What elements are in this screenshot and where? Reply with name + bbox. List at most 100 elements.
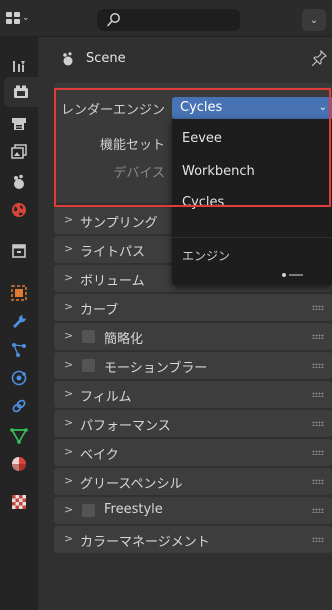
constraints-icon — [12, 399, 26, 413]
chevron-right-icon: > — [64, 387, 74, 400]
panel-section[interactable]: > 簡略化 — [54, 323, 332, 350]
tab-material[interactable] — [4, 449, 34, 479]
object-square-icon — [11, 285, 27, 301]
search-box[interactable] — [97, 9, 240, 31]
material-sphere-icon — [12, 457, 26, 471]
collection-box-icon — [12, 244, 26, 258]
section-label: ベイク — [80, 448, 119, 463]
chevron-right-icon: > — [64, 532, 74, 545]
section-enable-checkbox[interactable] — [82, 504, 95, 517]
section-label: カーブ — [80, 303, 119, 318]
device-label: デバイス — [113, 166, 165, 181]
tab-world[interactable] — [4, 195, 34, 225]
chevron-right-icon: > — [64, 329, 74, 342]
drag-grip-icon[interactable] — [312, 537, 324, 542]
panel-section[interactable]: > Freestyle — [54, 497, 332, 524]
properties-panel: Scene レンダーエンジン Cycles ⌄ 機能セット デバイス > サンプリ… — [38, 37, 332, 610]
section-label: モーションブラー — [104, 361, 208, 376]
section-label: フィルム — [80, 390, 132, 405]
tab-physics[interactable] — [4, 363, 34, 393]
chevron-down-icon: ⌄ — [309, 14, 319, 26]
drag-grip-icon[interactable] — [312, 421, 324, 426]
tab-object[interactable] — [4, 278, 34, 308]
drag-grip-icon[interactable] — [312, 450, 324, 455]
tab-particles[interactable] — [4, 335, 34, 365]
chevron-down-icon: ⌄ — [22, 13, 30, 23]
feature-set-label: 機能セット — [99, 138, 165, 153]
search-input[interactable] — [125, 11, 237, 31]
drag-grip-icon[interactable] — [312, 334, 324, 339]
wrench-icon — [13, 314, 27, 328]
panel-section[interactable]: > カーブ — [54, 294, 332, 321]
tool-icon — [13, 61, 25, 72]
dropdown-drag-handle[interactable] — [282, 273, 303, 277]
editor-type-menu[interactable]: ⌄ — [6, 8, 32, 28]
section-label: グリースペンシル — [80, 477, 183, 492]
chevron-right-icon: > — [64, 503, 74, 516]
chevron-down-icon: ⌄ — [318, 102, 327, 113]
drag-grip-icon[interactable] — [312, 508, 324, 513]
drag-grip-icon[interactable] — [312, 392, 324, 397]
dropdown-item-cycles[interactable]: Cycles — [182, 195, 224, 210]
chevron-right-icon: > — [64, 213, 74, 226]
mesh-data-icon — [10, 428, 28, 444]
section-enable-checkbox[interactable] — [82, 330, 95, 343]
drag-grip-icon[interactable] — [312, 305, 324, 310]
tab-modifiers[interactable] — [4, 307, 34, 337]
panel-section[interactable]: > パフォーマンス — [54, 410, 332, 437]
render-engine-dropdown-menu: Eevee Workbench Cycles エンジン — [172, 119, 332, 285]
scene-name: Scene — [86, 51, 126, 66]
view-layer-icon — [11, 144, 27, 159]
search-icon — [107, 13, 120, 27]
chevron-right-icon: > — [64, 300, 74, 313]
chevron-right-icon: > — [64, 474, 74, 487]
chevron-right-icon: > — [64, 271, 74, 284]
chevron-right-icon: > — [64, 445, 74, 458]
tab-data[interactable] — [4, 420, 34, 450]
render-engine-select[interactable]: Cycles ⌄ — [172, 97, 332, 119]
section-enable-checkbox[interactable] — [82, 359, 95, 372]
physics-icon — [11, 370, 27, 386]
particles-icon — [12, 343, 26, 357]
texture-checker-icon — [12, 495, 26, 509]
tab-render[interactable] — [4, 77, 38, 107]
drag-grip-icon[interactable] — [312, 363, 324, 368]
render-engine-value: Cycles — [180, 100, 223, 115]
tab-view-layer[interactable] — [4, 137, 34, 167]
panel-section[interactable]: > フィルム — [54, 381, 332, 408]
section-label: ボリューム — [80, 274, 145, 289]
panel-section[interactable]: > ベイク — [54, 439, 332, 466]
dropdown-footer-label: エンジン — [182, 249, 231, 263]
section-label: Freestyle — [104, 502, 163, 517]
context-breadcrumb: Scene — [38, 37, 332, 81]
tab-texture[interactable] — [4, 487, 34, 517]
header-bar: ⌄ ⌄ — [0, 0, 332, 37]
panel-section[interactable]: > モーションブラー — [54, 352, 332, 379]
section-label: 簡略化 — [104, 332, 144, 347]
filter-dropdown-button[interactable]: ⌄ — [302, 9, 326, 31]
section-label: パフォーマンス — [80, 419, 171, 434]
section-label: ライトパス — [80, 245, 146, 260]
dropdown-item-workbench[interactable]: Workbench — [182, 164, 255, 179]
chevron-right-icon: > — [64, 358, 74, 371]
panel-section[interactable]: > カラーマネージメント — [54, 526, 332, 553]
output-printer-icon — [12, 118, 26, 130]
tab-collection[interactable] — [4, 236, 34, 266]
properties-tabs — [0, 37, 38, 610]
dropdown-item-eevee[interactable]: Eevee — [182, 131, 222, 146]
tab-output[interactable] — [4, 109, 34, 139]
world-icon — [12, 203, 26, 217]
properties-editor-icon — [6, 12, 20, 24]
chevron-right-icon: > — [64, 416, 74, 429]
pin-icon[interactable] — [311, 50, 327, 66]
render-camera-icon — [14, 85, 28, 98]
render-engine-label: レンダーエンジン — [60, 103, 165, 118]
scene-icon — [63, 52, 73, 66]
tab-constraints[interactable] — [4, 391, 34, 421]
chevron-right-icon: > — [64, 242, 74, 255]
tab-scene[interactable] — [4, 167, 34, 197]
section-label: サンプリング — [80, 216, 158, 231]
drag-grip-icon[interactable] — [312, 479, 324, 484]
panel-section[interactable]: > グリースペンシル — [54, 468, 332, 495]
section-label: カラーマネージメント — [80, 535, 210, 550]
